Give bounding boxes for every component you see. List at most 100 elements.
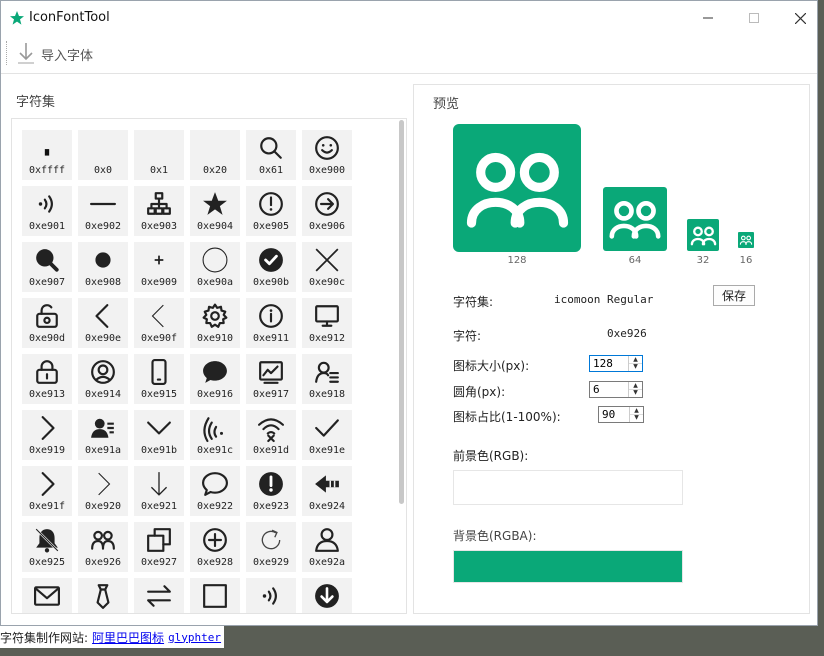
glyph-cell[interactable]: 0xe906 — [302, 186, 352, 236]
alert-circle-icon — [246, 189, 296, 219]
glyphter-link[interactable]: glyphter — [168, 631, 221, 644]
glyph-cell[interactable]: 0xe916 — [190, 354, 240, 404]
ratio-input[interactable] — [599, 407, 632, 422]
dot-icon — [78, 245, 128, 275]
spin-down-icon[interactable]: ▼ — [629, 389, 642, 396]
close-icon — [302, 245, 352, 275]
save-button[interactable]: 保存 — [713, 285, 755, 306]
glyph-cell[interactable]: 0xe915 — [134, 354, 184, 404]
glyph-cell[interactable]: 0xe922 — [190, 466, 240, 516]
alibaba-icon-link[interactable]: 阿里巴巴图标 — [92, 629, 164, 646]
glyph-cell[interactable] — [134, 578, 184, 613]
charset-value: icomoon Regular — [554, 293, 654, 306]
lock-icon — [22, 357, 72, 387]
glyph-cell[interactable]: 0xe90d — [22, 298, 72, 348]
glyph-cell[interactable] — [246, 578, 296, 613]
glyph-cell[interactable]: 0xe91c — [190, 410, 240, 460]
glyph-cell[interactable]: 0xe923 — [246, 466, 296, 516]
glyph-cell[interactable]: 0xe90f — [134, 298, 184, 348]
close-icon — [794, 12, 806, 24]
glyph-cell[interactable]: 0x20 — [190, 130, 240, 180]
glyph-cell[interactable] — [190, 578, 240, 613]
glyph-cell[interactable]: 0xe925 — [22, 522, 72, 572]
glyph-scrollbar[interactable] — [396, 118, 406, 614]
minimize-button[interactable] — [685, 1, 731, 35]
bg-color-swatch[interactable] — [453, 550, 683, 583]
users-icon — [690, 226, 716, 245]
close-window-button[interactable] — [777, 1, 823, 35]
glyph-cell[interactable]: 0x1 — [134, 130, 184, 180]
search-icon — [246, 133, 296, 163]
minimize-icon — [703, 17, 713, 19]
maximize-icon — [749, 13, 759, 23]
glyph-cell[interactable]: 0xe900 — [302, 130, 352, 180]
phone-icon — [134, 357, 184, 387]
glyph-code: 0xe90c — [308, 277, 346, 288]
glyph-cell[interactable]: 0x0 — [78, 130, 128, 180]
radius-input[interactable] — [590, 382, 631, 397]
glyph-cell[interactable]: 0xe91a — [78, 410, 128, 460]
glyph-cell[interactable]: 0xe920 — [78, 466, 128, 516]
glyph-cell[interactable]: 0xe921 — [134, 466, 184, 516]
wifi-side-icon — [190, 413, 240, 443]
glyph-cell[interactable]: 0xe904 — [190, 186, 240, 236]
ratio-spinbox[interactable]: ▲▼ — [598, 406, 644, 423]
chevron-right-icon — [22, 413, 72, 443]
glyph-cell[interactable]: 0xe907 — [22, 242, 72, 292]
fg-color-swatch[interactable] — [453, 470, 683, 505]
glyph-cell[interactable]: 0xe929 — [246, 522, 296, 572]
glyph-cell[interactable]: 0xe911 — [246, 298, 296, 348]
title-bar: IconFontTool — [1, 1, 817, 35]
glyph-cell[interactable]: 0xe91e — [302, 410, 352, 460]
glyph-cell[interactable]: 0xe909 — [134, 242, 184, 292]
glyph-cell[interactable] — [22, 578, 72, 613]
alert-filled-icon — [246, 469, 296, 499]
glyph-code: 0xe90d — [28, 333, 66, 344]
glyph-cell[interactable]: 0xe924 — [302, 466, 352, 516]
bg-color-label: 背景色(RGBA): — [453, 529, 537, 543]
glyph-cell[interactable]: 0xe92a — [302, 522, 352, 572]
circle-icon — [190, 245, 240, 275]
glyph-cell[interactable]: 0xe91f — [22, 466, 72, 516]
scrollbar-thumb[interactable] — [399, 120, 404, 504]
maximize-button[interactable] — [731, 1, 777, 35]
spin-down-icon[interactable]: ▼ — [630, 414, 643, 421]
glyph-code: 0xe90f — [140, 333, 178, 344]
import-font-button[interactable]: 导入字体 — [15, 40, 93, 68]
glyph-cell[interactable]: 0xe919 — [22, 410, 72, 460]
plus-small-icon — [134, 245, 184, 275]
glyph-cell[interactable] — [78, 578, 128, 613]
glyph-cell[interactable]: 0xe913 — [22, 354, 72, 404]
glyph-cell[interactable]: 0xe903 — [134, 186, 184, 236]
glyph-cell[interactable] — [302, 578, 352, 613]
glyph-cell[interactable]: 0xe90c — [302, 242, 352, 292]
glyph-cell[interactable]: 0xe91b — [134, 410, 184, 460]
glyph-cell[interactable]: 0xe90a — [190, 242, 240, 292]
glyph-cell[interactable]: 0xe901 — [22, 186, 72, 236]
glyph-cell[interactable]: 0xe914 — [78, 354, 128, 404]
glyph-cell[interactable]: 0xe90e — [78, 298, 128, 348]
size-spinbox[interactable]: ▲▼ — [589, 355, 643, 372]
glyph-cell[interactable]: 0xe905 — [246, 186, 296, 236]
glyph-cell[interactable]: 0xe927 — [134, 522, 184, 572]
size-input[interactable] — [590, 356, 631, 371]
empty-glyph — [78, 133, 128, 163]
glyph-cell[interactable]: 0xe918 — [302, 354, 352, 404]
glyph-cell[interactable]: 0xe91d — [246, 410, 296, 460]
spin-down-icon[interactable]: ▼ — [629, 363, 642, 370]
glyph-cell[interactable]: 0x61 — [246, 130, 296, 180]
glyph-cell[interactable]: 0xe917 — [246, 354, 296, 404]
glyph-cell[interactable]: 0xe926 — [78, 522, 128, 572]
glyph-cell[interactable]: 0xe902 — [78, 186, 128, 236]
glyph-code: 0x20 — [202, 165, 228, 176]
glyph-cell[interactable]: 0xe910 — [190, 298, 240, 348]
glyph-code: 0xffff — [28, 165, 66, 176]
glyph-cell[interactable]: 0xe928 — [190, 522, 240, 572]
glyph-cell[interactable]: 0xe90b — [246, 242, 296, 292]
radius-spinbox[interactable]: ▲▼ — [589, 381, 643, 398]
glyph-cell[interactable]: 0xffff — [22, 130, 72, 180]
glyph-cell[interactable]: 0xe912 — [302, 298, 352, 348]
status-bar: 字符集制作网站: 阿里巴巴图标 glyphter — [0, 626, 224, 648]
glyph-cell[interactable]: 0xe908 — [78, 242, 128, 292]
mail-icon — [22, 581, 72, 611]
